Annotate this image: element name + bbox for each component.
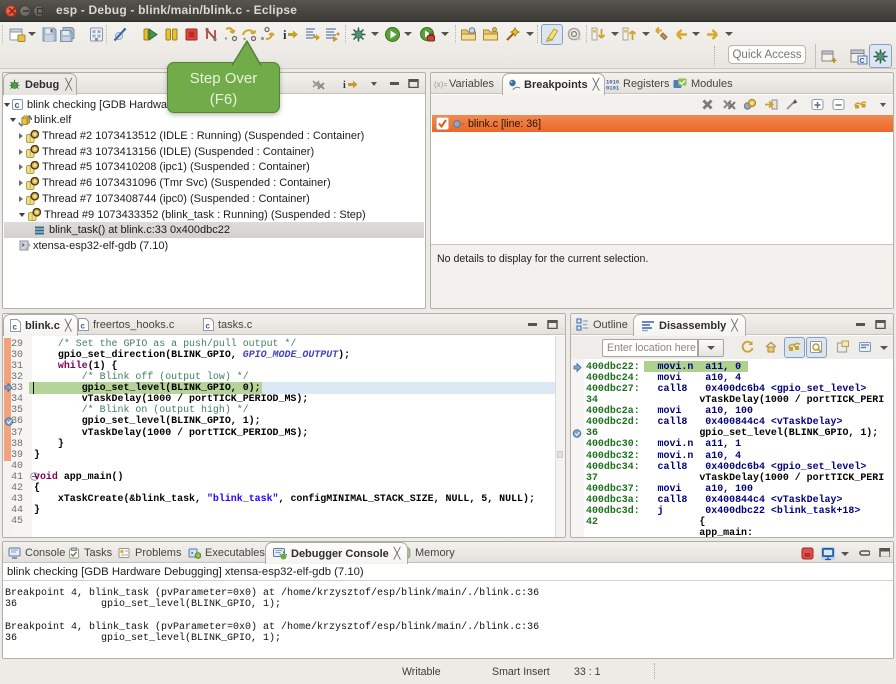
- svg-text:c: c: [81, 322, 86, 331]
- svg-text:(x)=: (x)=: [434, 80, 447, 89]
- svg-text:c: c: [13, 323, 18, 332]
- svg-text:i: i: [343, 80, 346, 91]
- svg-text:0101: 0101: [606, 84, 619, 90]
- svg-text:i: i: [283, 27, 287, 42]
- svg-text:C: C: [860, 58, 865, 65]
- svg-text:c: c: [15, 100, 20, 110]
- svg-text:c: c: [206, 322, 211, 331]
